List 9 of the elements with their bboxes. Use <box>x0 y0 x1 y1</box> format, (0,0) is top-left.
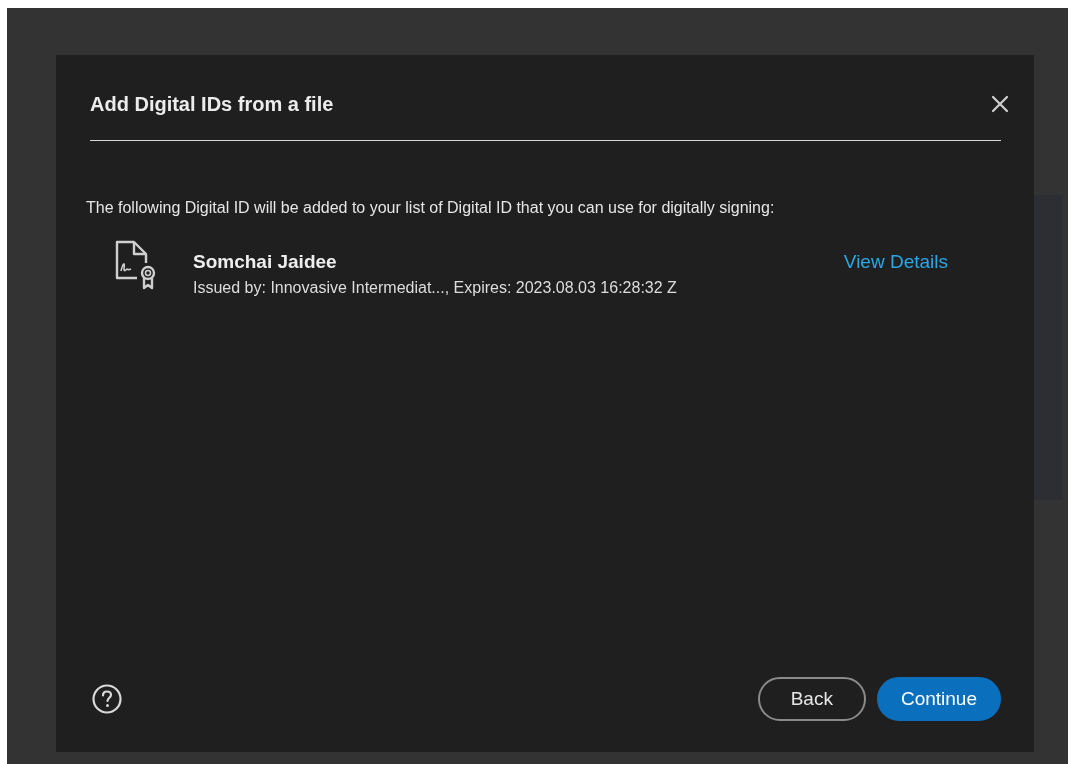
view-details-link[interactable]: View Details <box>843 251 948 273</box>
help-icon[interactable] <box>91 683 123 715</box>
id-details: Issued by: Innovasive Intermediat..., Expires: 2023.08.03 16:28:32 Z <box>193 279 678 297</box>
back-button[interactable]: Back <box>757 677 866 721</box>
certificate-file-icon <box>113 239 157 291</box>
id-name: Somchai Jaidee <box>193 251 338 273</box>
continue-button[interactable]: Continue <box>876 677 1001 721</box>
dialog-title: Add Digital IDs from a file <box>90 91 334 116</box>
dialog-message: The following Digital ID will be added to your list of Digital ID that you can use for digitally signing: <box>86 199 776 217</box>
